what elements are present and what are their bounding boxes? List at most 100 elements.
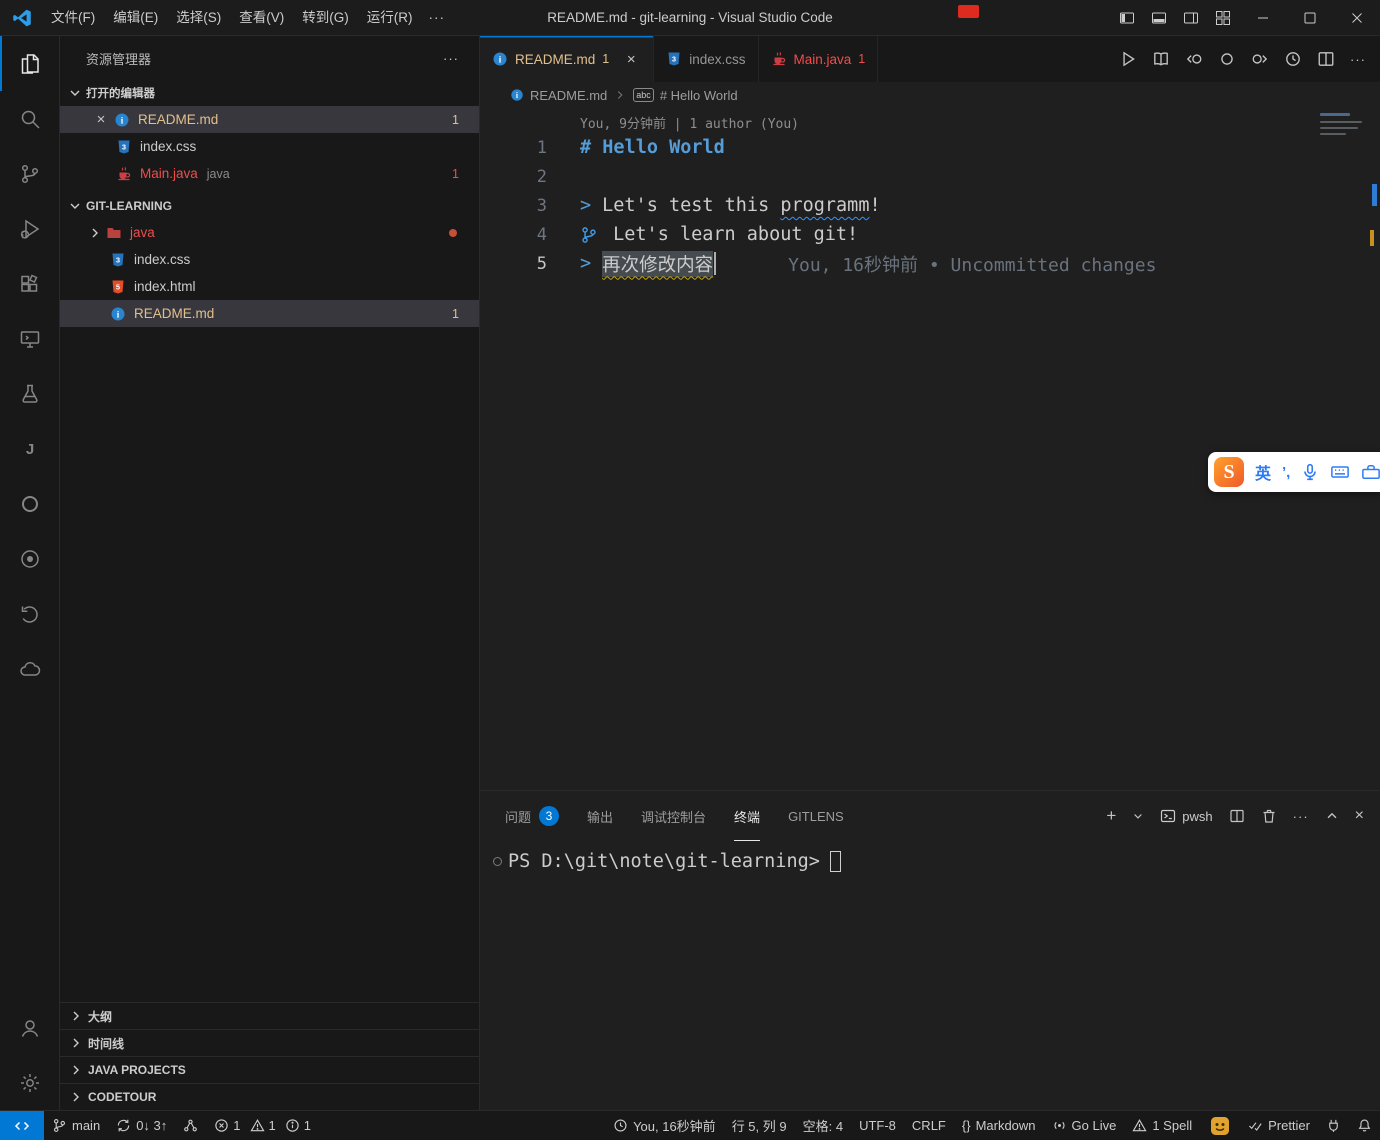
toggle-secondary-sidebar-icon[interactable]: [1175, 0, 1207, 36]
tab-indexcss[interactable]: 3 index.css: [654, 36, 758, 82]
ime-punctuation-toggle[interactable]: ’,: [1282, 464, 1290, 481]
code-line-3[interactable]: 3 >Let's test this programm!: [480, 191, 1310, 220]
maximize-panel-icon[interactable]: [1325, 809, 1339, 823]
breadcrumb-symbol[interactable]: # Hello World: [660, 88, 738, 103]
tab-readme[interactable]: i README.md 1 ×: [480, 36, 654, 82]
activity-testing[interactable]: [0, 366, 59, 421]
menu-go[interactable]: 转到(G): [293, 5, 358, 31]
panel-tab-problems[interactable]: 问题 3: [505, 791, 559, 841]
compare-changes-icon[interactable]: [1218, 50, 1236, 68]
customize-layout-icon[interactable]: [1207, 0, 1239, 36]
toggle-sidebar-icon[interactable]: [1111, 0, 1143, 36]
menu-selection[interactable]: 选择(S): [167, 5, 230, 31]
activity-codetour[interactable]: [0, 531, 59, 586]
close-panel-icon[interactable]: ×: [1355, 807, 1364, 825]
kill-terminal-icon[interactable]: [1261, 808, 1277, 824]
open-editor-indexcss[interactable]: 3 index.css: [60, 133, 479, 160]
toolbox-icon[interactable]: [1361, 462, 1380, 482]
panel-tab-debug-console[interactable]: 调试控制台: [641, 791, 706, 841]
panel-tab-gitlens[interactable]: GITLENS: [788, 791, 844, 841]
code-line-4[interactable]: 4 Let's learn about git!: [480, 220, 1310, 249]
next-change-icon[interactable]: [1251, 50, 1269, 68]
remote-indicator[interactable]: [0, 1111, 44, 1140]
commit-graph-button[interactable]: [175, 1111, 206, 1140]
eol-status[interactable]: CRLF: [904, 1111, 954, 1140]
more-actions-icon[interactable]: ···: [1350, 52, 1366, 67]
activity-explorer[interactable]: [0, 36, 59, 91]
terminal-instance[interactable]: pwsh: [1160, 808, 1212, 824]
code-editor[interactable]: You, 9分钟前 | 1 author (You) 1 # Hello Wor…: [480, 108, 1380, 790]
spell-checker-status[interactable]: 1 Spell: [1124, 1111, 1200, 1140]
gitlens-blame-status[interactable]: You, 16秒钟前: [605, 1111, 724, 1140]
panel-tab-terminal[interactable]: 终端: [734, 791, 760, 841]
plug-status-button[interactable]: [1318, 1111, 1349, 1140]
menu-overflow-button[interactable]: ···: [422, 5, 453, 31]
tree-item-java-folder[interactable]: java: [60, 219, 479, 246]
section-java-projects[interactable]: JAVA PROJECTS: [60, 1056, 479, 1083]
menu-file[interactable]: 文件(F): [42, 5, 104, 31]
activity-docker[interactable]: [0, 641, 59, 696]
split-terminal-icon[interactable]: [1229, 808, 1245, 824]
activity-run-debug[interactable]: [0, 201, 59, 256]
close-tab-icon[interactable]: ×: [621, 49, 641, 69]
code-line-1[interactable]: 1 # Hello World: [480, 133, 1310, 162]
section-timeline[interactable]: 时间线: [60, 1029, 479, 1056]
tree-item-indexhtml[interactable]: 5 index.html: [60, 273, 479, 300]
activity-accounts[interactable]: [0, 1000, 59, 1055]
code-line-2[interactable]: 2: [480, 162, 1310, 191]
go-live-button[interactable]: Go Live: [1044, 1111, 1125, 1140]
branch-indicator[interactable]: main: [44, 1111, 108, 1140]
prettier-status[interactable]: Prettier: [1240, 1111, 1318, 1140]
problems-indicator[interactable]: 1 1 1: [206, 1111, 324, 1140]
activity-extensions[interactable]: [0, 256, 59, 311]
code-line-5[interactable]: 5 >再次修改内容You, 16秒钟前 • Uncommitted change…: [480, 249, 1310, 278]
open-editor-mainjava[interactable]: Main.java java 1: [60, 160, 479, 187]
activity-java-projects[interactable]: J: [0, 421, 59, 476]
language-mode-status[interactable]: {} Markdown: [954, 1111, 1044, 1140]
open-preview-icon[interactable]: [1152, 50, 1170, 68]
minimize-button[interactable]: [1239, 0, 1286, 36]
notifications-bell-button[interactable]: [1349, 1111, 1380, 1140]
command-decoration-icon[interactable]: [493, 857, 502, 866]
terminal-dropdown-icon[interactable]: [1132, 810, 1144, 822]
section-outline[interactable]: 大纲: [60, 1002, 479, 1029]
explorer-more-actions[interactable]: ···: [437, 49, 465, 68]
split-editor-icon[interactable]: [1317, 50, 1335, 68]
tab-mainjava[interactable]: Main.java 1: [759, 36, 879, 82]
maximize-button[interactable]: [1286, 0, 1333, 36]
activity-search[interactable]: [0, 91, 59, 146]
new-terminal-button[interactable]: +: [1106, 808, 1116, 824]
breadcrumb-file[interactable]: README.md: [530, 88, 607, 103]
prev-change-icon[interactable]: [1185, 50, 1203, 68]
menu-edit[interactable]: 编辑(E): [104, 5, 167, 31]
activity-source-control[interactable]: [0, 146, 59, 201]
open-editor-readme[interactable]: × i README.md 1: [60, 106, 479, 133]
menu-run[interactable]: 运行(R): [358, 5, 422, 31]
minimap[interactable]: [1316, 108, 1364, 790]
sync-indicator[interactable]: 0↓ 3↑: [108, 1111, 175, 1140]
panel-tab-output[interactable]: 输出: [587, 791, 613, 841]
run-button[interactable]: [1119, 50, 1137, 68]
activity-remote-explorer[interactable]: [0, 311, 59, 366]
menu-view[interactable]: 查看(V): [230, 5, 293, 31]
tree-item-readme[interactable]: i README.md 1: [60, 300, 479, 327]
open-editors-header[interactable]: 打开的编辑器: [60, 80, 479, 106]
toggle-panel-icon[interactable]: [1143, 0, 1175, 36]
ai-assistant-button[interactable]: [1200, 1111, 1240, 1140]
workspace-root-header[interactable]: GIT-LEARNING: [60, 193, 479, 219]
close-editor-icon[interactable]: ×: [92, 111, 110, 128]
panel-more-actions-icon[interactable]: ···: [1293, 809, 1309, 824]
cursor-position-status[interactable]: 行 5, 列 9: [724, 1111, 795, 1140]
file-history-icon[interactable]: [1284, 50, 1302, 68]
encoding-status[interactable]: UTF-8: [851, 1111, 904, 1140]
tree-item-indexcss[interactable]: 3 index.css: [60, 246, 479, 273]
terminal[interactable]: PS D:\git\note\git-learning>: [480, 841, 1380, 1110]
ime-language-mode[interactable]: 英: [1255, 460, 1271, 484]
codelens-blame[interactable]: You, 9分钟前 | 1 author (You): [580, 113, 799, 132]
virtual-keyboard-icon[interactable]: [1330, 462, 1350, 482]
microphone-icon[interactable]: [1301, 463, 1319, 481]
indentation-status[interactable]: 空格: 4: [795, 1111, 851, 1140]
activity-gradle[interactable]: [0, 476, 59, 531]
activity-settings[interactable]: [0, 1055, 59, 1110]
activity-gitlens[interactable]: [0, 586, 59, 641]
